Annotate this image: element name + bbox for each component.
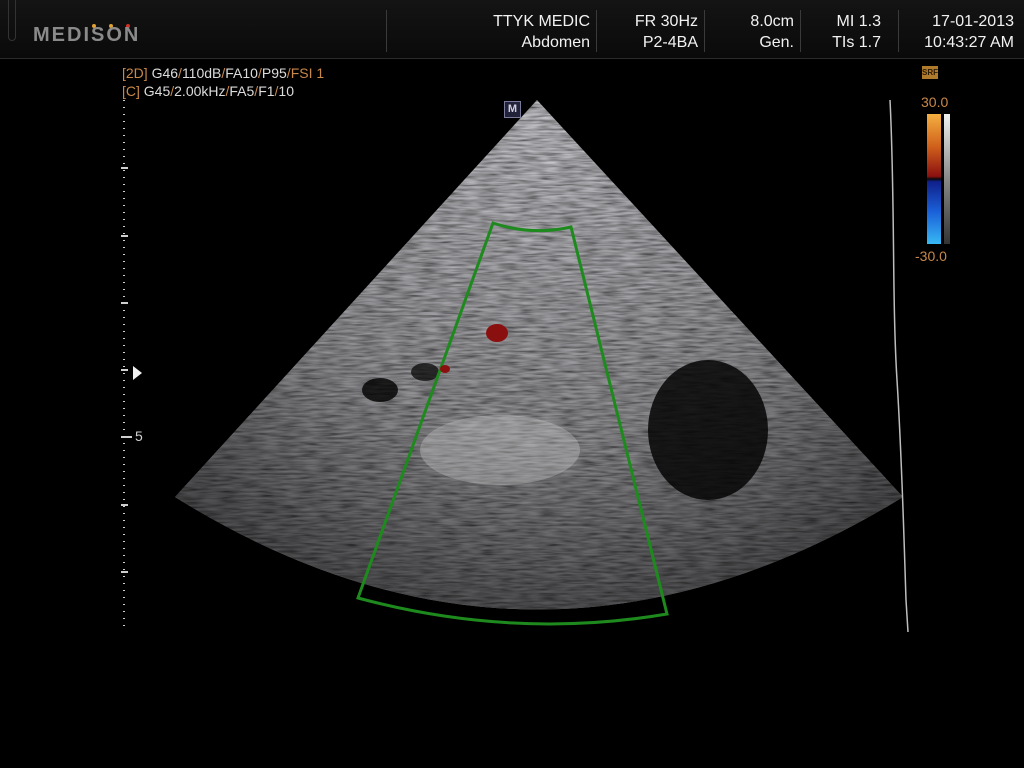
ultrasound-fan — [175, 100, 903, 610]
focus-marker-icon[interactable] — [133, 366, 142, 380]
dark-vessel — [362, 378, 398, 402]
depth-ticks — [121, 167, 132, 573]
depth-scale-label: 5 — [135, 428, 143, 444]
cyst-region — [648, 360, 768, 500]
color-scale-max: 30.0 — [921, 94, 949, 110]
color-scale-min: -30.0 — [915, 248, 947, 264]
dark-vessel — [411, 363, 439, 381]
doppler-flow-signal — [486, 324, 508, 342]
grayscale-bar — [944, 114, 950, 244]
color-velocity-bar — [927, 114, 941, 244]
bright-echo-region — [420, 415, 580, 485]
doppler-flow-signal — [440, 365, 450, 373]
srf-badge: SRF — [922, 66, 938, 79]
orientation-marker: M — [504, 101, 521, 118]
ecg-trace — [889, 99, 909, 633]
